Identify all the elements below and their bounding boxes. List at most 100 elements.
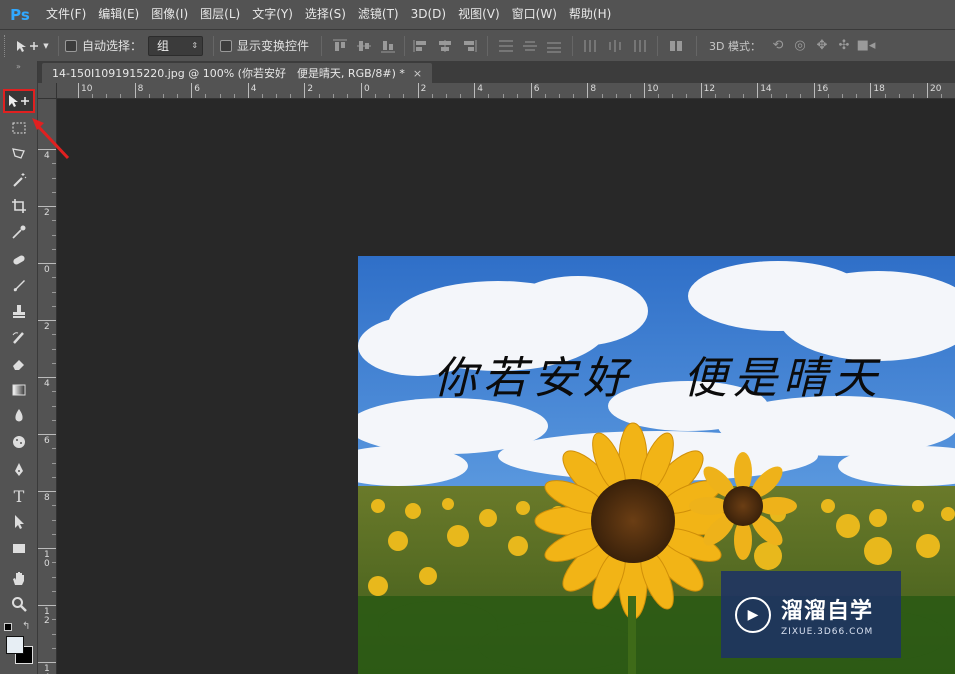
ruler-tick [38,548,56,549]
distribute-bottom-icon[interactable] [544,37,564,55]
ruler-minor-tick [502,94,504,98]
dodge-tool-button[interactable] [5,431,33,453]
path-selection-tool-button[interactable] [5,511,33,533]
menu-select[interactable]: 选择(S) [299,0,352,29]
horizontal-ruler[interactable]: 10 8 6 4 2 0 2 4 6 8 10 12 14 16 18 20 [57,83,955,99]
menu-help[interactable]: 帮助(H) [563,0,617,29]
ruler-minor-tick [261,94,263,98]
align-bottom-icon[interactable] [378,37,398,55]
align-vcenter-icon[interactable] [354,37,374,55]
polygonal-lasso-icon [12,148,25,159]
menu-file[interactable]: 文件(F) [40,0,92,29]
ruler-minor-tick [148,94,150,98]
ruler-minor-tick [615,94,617,98]
ruler-tick [361,83,362,98]
red-arrow-annotation [32,118,70,160]
auto-select-checkbox[interactable] [65,39,77,52]
healing-brush-tool-button[interactable] [5,249,33,271]
auto-align-layers-icon[interactable] [666,37,686,55]
blur-drop-icon [15,409,23,422]
menu-layer[interactable]: 图层(L) [194,0,246,29]
watermark-badge: ▶ 溜溜自学 ZIXUE.3D66.COM [721,571,901,658]
align-left-icon[interactable] [411,37,431,55]
default-colors-icon[interactable] [4,623,12,631]
close-icon[interactable]: × [413,67,422,80]
options-grip[interactable] [4,34,12,57]
swap-colors-icon[interactable]: ↰ [22,621,30,632]
distribute-right-icon[interactable] [629,37,649,55]
history-brush-tool-button[interactable] [5,327,33,349]
ruler-minor-tick [375,94,377,98]
canvas-area[interactable]: 你若安好 便是晴天 ▶ 溜溜自学 ZIXUE.3D66.COM [58,100,955,674]
ruler-tick [247,83,249,98]
distribute-hcenter-icon[interactable] [605,37,625,55]
clone-stamp-tool-button[interactable] [5,301,33,323]
ruler-label: 6 [533,84,540,94]
distribute-top-icon[interactable] [496,37,516,55]
foreground-color-swatch[interactable] [6,636,24,654]
ruler-label: 8 [137,84,144,94]
scale-3d-icon[interactable]: ■◂ [855,37,877,55]
crop-tool-button[interactable] [5,195,33,217]
eyedropper-tool-button[interactable] [5,221,33,243]
menu-window[interactable]: 窗口(W) [506,0,563,29]
rectangle-tool-button[interactable] [5,537,33,559]
drag-3d-icon[interactable]: ✥ [811,37,833,55]
hand-tool-button[interactable] [5,567,33,589]
blur-tool-button[interactable] [5,405,33,427]
auto-select-value: 组 [157,39,170,53]
ruler-minor-tick [827,94,829,98]
ruler-label: 4 [250,84,257,94]
brush-tool-button[interactable] [5,275,33,297]
vertical-ruler[interactable]: 4202468101214 [38,99,57,674]
move-tool-button[interactable] [3,89,35,113]
type-tool-button[interactable]: T [5,485,33,507]
ruler-tick [191,83,193,98]
ruler-origin[interactable] [38,83,57,99]
document-tab[interactable]: 14-150I1091915220.jpg @ 100% (你若安好 便是晴天,… [42,63,433,83]
align-top-icon[interactable] [330,37,350,55]
menu-filter[interactable]: 滤镜(T) [352,0,405,29]
menu-3d[interactable]: 3D(D) [405,0,452,29]
menu-view[interactable]: 视图(V) [452,0,506,29]
pen-tool-button[interactable] [5,459,33,481]
magic-wand-tool-button[interactable] [5,169,33,191]
ruler-tick [38,605,56,606]
menu-type[interactable]: 文字(Y) [246,0,299,29]
ruler-minor-tick [714,94,716,98]
ruler-minor-tick [445,94,447,98]
ruler-label: 0 [44,265,50,275]
ruler-tick [38,206,56,207]
tool-preset-picker[interactable]: ▼ [12,35,52,57]
chevron-down-icon: ▼ [43,41,49,50]
ruler-minor-tick [52,448,56,450]
distribute-left-icon[interactable] [581,37,601,55]
gradient-tool-button[interactable] [5,379,33,401]
sponge-icon [13,436,25,448]
rotate-3d-icon[interactable]: ⟲ [767,37,789,55]
auto-select-dropdown[interactable]: 组 ⇕ [148,35,204,56]
distribute-vcenter-icon[interactable] [520,37,540,55]
collapse-panel-icon[interactable]: » [0,61,37,73]
ruler-label: 8 [590,84,597,94]
crop-icon [12,199,26,213]
ruler-minor-tick [403,94,405,98]
ruler-minor-tick [276,94,278,98]
slide-3d-icon[interactable]: ✣ [833,37,855,55]
ruler-minor-tick [52,590,56,592]
hand-icon [13,572,24,585]
ruler-minor-tick [389,94,391,98]
separator [696,35,698,56]
align-right-icon[interactable] [459,37,479,55]
zoom-tool-button[interactable] [5,593,33,615]
ruler-minor-tick [856,94,858,98]
show-transform-checkbox[interactable] [220,39,233,52]
ruler-tick [417,83,419,98]
ruler-minor-tick [686,94,688,98]
align-hcenter-icon[interactable] [435,37,455,55]
eraser-tool-button[interactable] [5,353,33,375]
ruler-label: 12 [44,607,50,626]
roll-3d-icon[interactable]: ◎ [789,37,811,55]
menu-edit[interactable]: 编辑(E) [92,0,145,29]
menu-image[interactable]: 图像(I) [145,0,194,29]
